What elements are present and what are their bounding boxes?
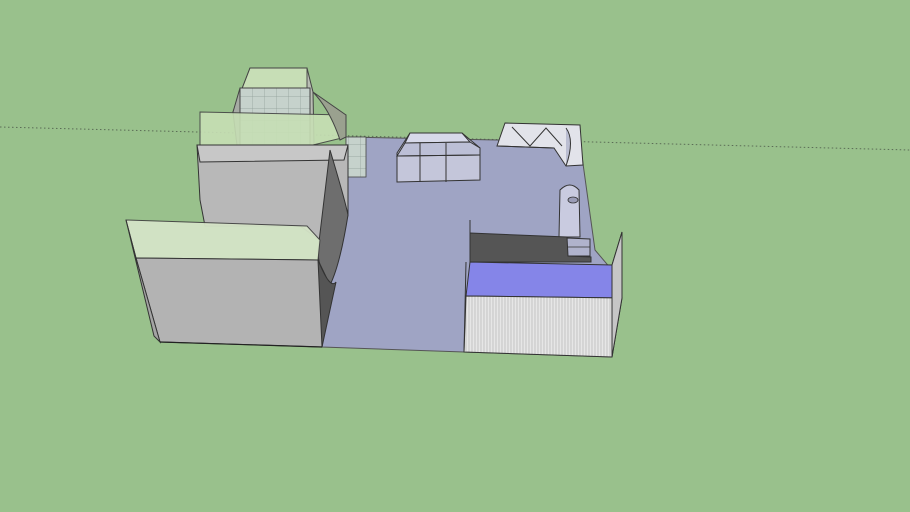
model-viewport[interactable] — [0, 0, 910, 512]
skatepark-model[interactable] — [0, 0, 910, 512]
pyramid-funbox[interactable] — [396, 132, 481, 183]
half-pipe-ramp[interactable] — [125, 219, 337, 348]
fenced-building[interactable] — [463, 220, 623, 358]
